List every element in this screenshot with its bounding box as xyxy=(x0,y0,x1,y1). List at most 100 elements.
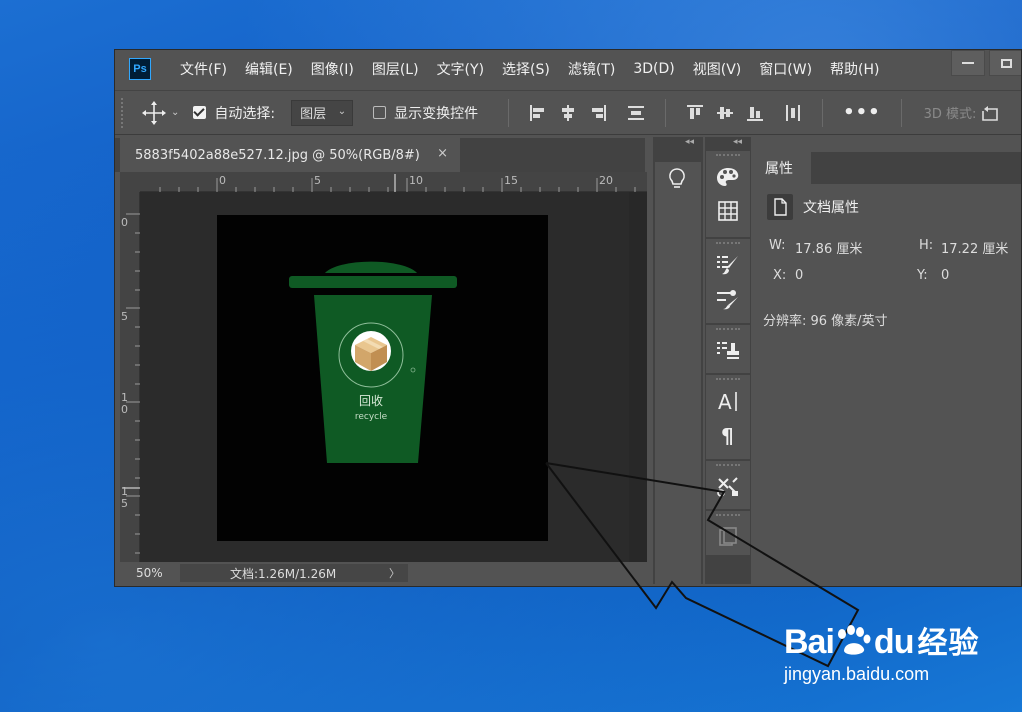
align-bottom-icon[interactable] xyxy=(746,104,764,122)
document-info-more-icon[interactable]: 〉 xyxy=(389,565,400,581)
menu-filter[interactable]: 滤镜(T) xyxy=(559,59,624,79)
menu-window[interactable]: 窗口(W) xyxy=(750,59,821,79)
menu-type[interactable]: 文字(Y) xyxy=(428,59,493,79)
panel-group xyxy=(706,239,750,323)
vertical-ruler[interactable]: 0 5 1 0 1 5 xyxy=(120,192,140,562)
stamp-list-icon xyxy=(717,342,739,359)
align-horizontal-center-icon[interactable] xyxy=(559,104,577,122)
show-transform-checkbox[interactable] xyxy=(373,106,387,119)
align-right-icon[interactable] xyxy=(589,104,607,122)
brush-settings-panel-button[interactable] xyxy=(706,282,750,316)
ruler-left-label: 1 0 xyxy=(121,391,128,416)
more-options-button[interactable]: ••• xyxy=(843,102,881,123)
document-tab[interactable]: 5883f5402a88e527.12.jpg @ 50%(RGB/8#) × xyxy=(120,138,460,172)
close-tab-button[interactable]: × xyxy=(437,146,448,161)
auto-select-checkbox[interactable] xyxy=(193,106,207,119)
baidu-logo-part: Bai xyxy=(784,623,835,661)
move-tool-preset-caret[interactable]: ⌄ xyxy=(171,107,179,118)
options-bar: ⌄ 自动选择: 图层 ⌄ 显示变换控件 ••• 3D 模式: xyxy=(115,90,1021,135)
move-tool-icon[interactable] xyxy=(141,100,167,126)
minimize-button[interactable] xyxy=(951,50,985,76)
horizontal-ruler[interactable]: 0 5 10 15 20 xyxy=(140,172,647,192)
y-label: Y: xyxy=(917,268,928,283)
canvas-area[interactable]: 0 5 10 15 20 0 5 1 0 1 5 回收 recycle 50% … xyxy=(120,172,647,584)
status-bar: 50% 文档:1.26M/1.26M 〉 xyxy=(120,562,647,584)
collapse-icon[interactable]: ◂◂ xyxy=(685,137,694,147)
menu-select[interactable]: 选择(S) xyxy=(493,59,559,79)
auto-select-label: 自动选择: xyxy=(214,105,276,122)
maximize-button[interactable] xyxy=(989,50,1021,76)
ruler-corner[interactable] xyxy=(120,172,140,192)
clone-source-panel-button[interactable] xyxy=(706,334,750,368)
document-info[interactable]: 文档:1.26M/1.26M 〉 xyxy=(180,564,408,582)
brushes-panel-button[interactable] xyxy=(706,248,750,282)
menu-edit[interactable]: 编辑(E) xyxy=(236,59,302,79)
ruler-top-label: 15 xyxy=(504,174,518,187)
paw-icon xyxy=(837,625,871,655)
minimize-icon xyxy=(962,62,974,64)
window-controls xyxy=(947,50,1021,76)
menu-file[interactable]: 文件(F) xyxy=(171,59,236,79)
ruler-top-label: 20 xyxy=(599,174,613,187)
height-value[interactable]: 17.22 厘米 xyxy=(941,238,1008,257)
menu-image[interactable]: 图像(I) xyxy=(302,59,363,79)
brush-settings-icon xyxy=(717,290,738,310)
document-tab-title: 5883f5402a88e527.12.jpg @ 50%(RGB/8#) xyxy=(135,147,420,163)
x-value[interactable]: 0 xyxy=(795,268,803,283)
baidu-url: jingyan.baidu.com xyxy=(784,664,930,684)
properties-header: 文档属性 xyxy=(767,194,859,220)
collapse-icon[interactable]: ◂◂ xyxy=(733,137,742,147)
ruler-left-label: 5 xyxy=(121,310,128,323)
panel-group xyxy=(706,511,750,555)
properties-tab[interactable]: 属性 xyxy=(753,152,811,184)
color-panel-button[interactable] xyxy=(706,160,750,194)
menu-help[interactable]: 帮助(H) xyxy=(821,59,888,79)
character-icon: A xyxy=(718,390,737,413)
zoom-level[interactable]: 50% xyxy=(120,566,180,580)
maximize-icon xyxy=(1000,58,1012,68)
properties-panel: 属性 文档属性 W: 17.86 厘米 H: 17.22 厘米 X: 0 Y: … xyxy=(753,152,1021,584)
ruler-top-label: 0 xyxy=(219,174,226,187)
character-panel-button[interactable]: A xyxy=(706,384,750,418)
svg-text:A: A xyxy=(718,390,732,413)
align-vertical-center-icon[interactable] xyxy=(716,104,734,122)
options-divider xyxy=(822,98,824,127)
baidu-jingyan-watermark: Bai du 经验 jingyan.baidu.com xyxy=(784,618,979,684)
tool-presets-panel-button[interactable] xyxy=(706,470,750,504)
svg-text:¶: ¶ xyxy=(721,424,734,446)
align-top-icon[interactable] xyxy=(686,104,704,122)
chevron-down-icon: ⌄ xyxy=(337,105,347,117)
resolution-text: 分辨率: 96 像素/英寸 xyxy=(763,314,888,329)
distribute-vertical-icon[interactable] xyxy=(627,104,645,122)
learn-panel-well xyxy=(655,162,701,584)
swatches-panel-button[interactable] xyxy=(706,194,750,228)
paragraph-panel-button[interactable]: ¶ xyxy=(706,418,750,452)
show-transform-label: 显示变换控件 xyxy=(394,105,479,122)
bin-label-cn: 回收 xyxy=(359,394,383,408)
y-value[interactable]: 0 xyxy=(941,268,949,283)
menu-layer[interactable]: 图层(L) xyxy=(363,59,428,79)
panel-group xyxy=(706,461,750,509)
width-value[interactable]: 17.86 厘米 xyxy=(795,238,862,257)
auto-select-target-dropdown[interactable]: 图层 ⌄ xyxy=(291,99,354,126)
menu-bar: Ps 文件(F) 编辑(E) 图像(I) 图层(L) 文字(Y) 选择(S) 滤… xyxy=(115,50,1021,88)
learn-button[interactable] xyxy=(655,162,699,196)
history-panel-button[interactable] xyxy=(706,520,750,554)
panel-group xyxy=(706,151,750,237)
options-divider xyxy=(900,98,902,127)
tool-presets-icon xyxy=(717,477,738,497)
baidu-logo: Bai du 经验 xyxy=(784,618,979,662)
panel-group: A ¶ xyxy=(706,375,750,459)
3d-rotate-icon[interactable] xyxy=(980,103,1000,123)
menu-3d[interactable]: 3D(D) xyxy=(624,61,683,77)
distribute-horizontal-icon[interactable] xyxy=(784,104,802,122)
align-left-icon[interactable] xyxy=(529,104,547,122)
document-image[interactable]: 回收 recycle xyxy=(217,215,548,541)
options-grip xyxy=(121,97,125,128)
options-divider xyxy=(665,98,667,127)
menu-view[interactable]: 视图(V) xyxy=(684,59,751,79)
width-label: W: xyxy=(769,238,786,253)
ruler-left-label: 1 5 xyxy=(121,485,128,510)
copy-pages-icon xyxy=(719,527,737,546)
photoshop-window: Ps 文件(F) 编辑(E) 图像(I) 图层(L) 文字(Y) 选择(S) 滤… xyxy=(114,49,1022,587)
